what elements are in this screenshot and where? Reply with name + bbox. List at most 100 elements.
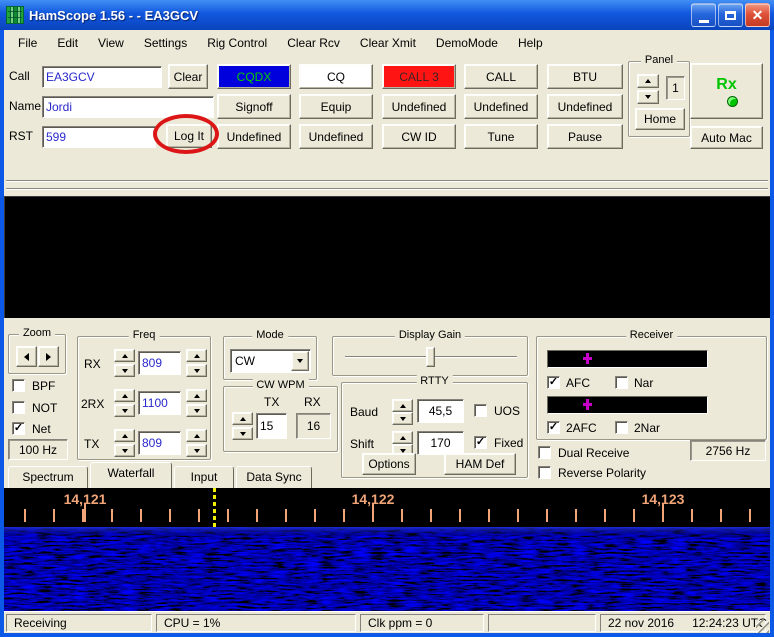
- spin-up-button[interactable]: [186, 349, 207, 362]
- spin-up-button[interactable]: [186, 429, 207, 442]
- macro-undefined-button[interactable]: Undefined: [547, 94, 623, 119]
- macro-undefined-button[interactable]: Undefined: [382, 94, 456, 119]
- rtty-ham-def-button[interactable]: HAM Def: [444, 453, 516, 475]
- tab-data-sync[interactable]: Data Sync: [236, 466, 312, 488]
- clear-button[interactable]: Clear: [168, 64, 208, 89]
- menu-settings[interactable]: Settings: [134, 33, 197, 53]
- spin-down-button[interactable]: [186, 364, 207, 377]
- 2nar-label: 2Nar: [634, 421, 660, 435]
- shift-value-field[interactable]: 170: [417, 431, 464, 455]
- resize-grip[interactable]: [756, 620, 769, 633]
- menu-demomode[interactable]: DemoMode: [426, 33, 508, 53]
- macro-cwid-button[interactable]: CW ID: [382, 124, 456, 149]
- zoom-out-button[interactable]: [16, 346, 37, 367]
- title-bar[interactable]: HamScope 1.56 - - EA3GCV ✕: [0, 0, 774, 30]
- waterfall-display[interactable]: 14,121 14,122 14,123: [4, 488, 770, 611]
- macro-call-button[interactable]: CALL: [464, 64, 538, 89]
- right-arrow-icon: [46, 353, 51, 361]
- zoom-in-button[interactable]: [38, 346, 59, 367]
- macro-tune-button[interactable]: Tune: [464, 124, 538, 149]
- receiver-tuning-display-2[interactable]: [547, 396, 708, 414]
- menu-rig-control[interactable]: Rig Control: [197, 33, 277, 53]
- freq-2rx-input[interactable]: [138, 391, 181, 415]
- macro-undefined-button[interactable]: Undefined: [464, 94, 538, 119]
- macro-equip-button[interactable]: Equip: [299, 94, 373, 119]
- macro-signoff-button[interactable]: Signoff: [217, 94, 291, 119]
- panel-home-button[interactable]: Home: [635, 108, 685, 130]
- status-clk: Clk ppm = 0: [360, 614, 484, 632]
- name-label: Name: [9, 99, 41, 113]
- spin-down-button[interactable]: [186, 444, 207, 457]
- call-input[interactable]: [42, 66, 162, 88]
- macro-btu-button[interactable]: BTU: [547, 64, 623, 89]
- maximize-button[interactable]: [718, 3, 743, 27]
- menu-file[interactable]: File: [8, 33, 47, 53]
- reverse-polarity-checkbox[interactable]: [538, 466, 551, 479]
- freq-rx-input[interactable]: [138, 351, 181, 375]
- menu-help[interactable]: Help: [508, 33, 553, 53]
- macro-undefined-button[interactable]: Undefined: [217, 124, 291, 149]
- macro-cq-button[interactable]: CQ: [299, 64, 373, 89]
- menu-view[interactable]: View: [88, 33, 134, 53]
- spin-down-button[interactable]: [232, 427, 253, 440]
- spin-up-button[interactable]: [392, 431, 413, 444]
- spin-up-button[interactable]: [186, 389, 207, 402]
- zoom-group-label: Zoom: [19, 327, 55, 339]
- baud-label: Baud: [350, 405, 378, 419]
- spin-down-button[interactable]: [114, 404, 135, 417]
- spin-down-button[interactable]: [392, 412, 413, 425]
- receiver-tuning-display-1[interactable]: [547, 350, 708, 368]
- rst-input[interactable]: [42, 126, 156, 148]
- name-input[interactable]: [42, 96, 214, 118]
- tab-input[interactable]: Input: [174, 466, 234, 488]
- spin-down-button[interactable]: [186, 404, 207, 417]
- bpf-checkbox[interactable]: [12, 379, 25, 392]
- freq-rx-spinner-left: [114, 349, 135, 377]
- uos-checkbox[interactable]: [474, 404, 487, 417]
- down-arrow-icon: [400, 417, 406, 421]
- rx-button-label: Rx: [716, 76, 736, 94]
- spin-up-button[interactable]: [232, 412, 253, 425]
- menu-edit[interactable]: Edit: [47, 33, 88, 53]
- baud-value-field[interactable]: 45,5: [417, 399, 464, 423]
- receive-text-display[interactable]: [4, 196, 770, 318]
- display-gain-slider-thumb[interactable]: [426, 347, 435, 367]
- minimize-button[interactable]: [691, 3, 716, 27]
- 2nar-checkbox[interactable]: [615, 421, 628, 434]
- mode-combobox[interactable]: CW: [230, 349, 311, 373]
- mode-dropdown-button[interactable]: [291, 351, 309, 371]
- tab-spectrum[interactable]: Spectrum: [8, 466, 88, 488]
- spin-up-button[interactable]: [392, 399, 413, 412]
- freq-tx-input[interactable]: [138, 431, 181, 455]
- panel-down-button[interactable]: [637, 90, 659, 104]
- macro-cqdx-button[interactable]: CQDX: [217, 64, 291, 89]
- 2afc-checkbox[interactable]: ✓: [547, 421, 560, 434]
- afc-checkbox[interactable]: ✓: [547, 376, 560, 389]
- panel-up-button[interactable]: [637, 74, 659, 88]
- net-checkbox[interactable]: ✓: [12, 422, 25, 435]
- spin-up-button[interactable]: [114, 389, 135, 402]
- macro-call3-button[interactable]: CALL 3: [382, 64, 456, 89]
- macro-undefined-button[interactable]: Undefined: [299, 124, 373, 149]
- tab-waterfall[interactable]: Waterfall: [90, 462, 172, 488]
- close-button[interactable]: ✕: [745, 3, 770, 27]
- nar-checkbox[interactable]: [615, 376, 628, 389]
- menu-clear-rcv[interactable]: Clear Rcv: [277, 33, 350, 53]
- spin-down-button[interactable]: [114, 364, 135, 377]
- cw-wpm-tx-input[interactable]: [256, 413, 287, 439]
- fixed-checkbox[interactable]: ✓: [474, 436, 487, 449]
- menu-clear-xmit[interactable]: Clear Xmit: [350, 33, 426, 53]
- cw-wpm-rx-label: RX: [304, 395, 321, 409]
- not-checkbox[interactable]: [12, 401, 25, 414]
- log-it-button[interactable]: Log It: [166, 124, 212, 148]
- rtty-options-button[interactable]: Options: [362, 453, 416, 475]
- dual-receive-checkbox[interactable]: [538, 446, 551, 459]
- spin-up-button[interactable]: [114, 349, 135, 362]
- spin-up-button[interactable]: [114, 429, 135, 442]
- waterfall-major-tick: [372, 504, 374, 522]
- waterfall-cursor[interactable]: [213, 488, 216, 527]
- auto-mac-button[interactable]: Auto Mac: [690, 126, 763, 149]
- macro-pause-button[interactable]: Pause: [547, 124, 623, 149]
- spin-down-button[interactable]: [114, 444, 135, 457]
- rx-button[interactable]: Rx: [690, 63, 763, 119]
